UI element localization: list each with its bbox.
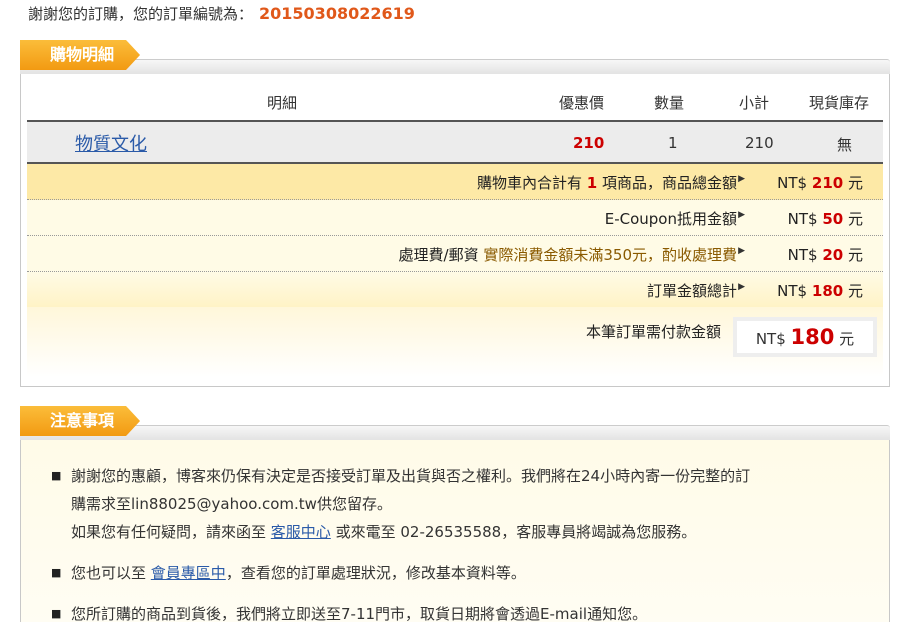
triangle-right-icon: ▶	[738, 246, 745, 256]
order-confirmation-line: 謝謝您的訂購，您的訂單編號為： 20150308022619	[28, 3, 415, 24]
section-header-details: 購物明細	[20, 40, 890, 76]
table-header: 明細 優惠價 數量 小計 現貨庫存	[27, 76, 883, 122]
total-amount: NT$ 180 元	[777, 282, 863, 300]
notes-list: ■ 謝謝您的惠顧，博客來仍保有決定是否接受訂單及出貨與否之權利。我們將在24小時…	[51, 462, 851, 641]
triangle-right-icon: ▶	[738, 210, 745, 220]
square-bullet-icon: ■	[51, 607, 62, 620]
col-subtotal: 小計	[739, 94, 770, 112]
col-price: 優惠價	[559, 94, 605, 112]
list-item: ■ 謝謝您的惠顧，博客來仍保有決定是否接受訂單及出貨與否之權利。我們將在24小時…	[51, 462, 851, 546]
notes-panel: ■ 謝謝您的惠顧，博客來仍保有決定是否接受訂單及出貨與否之權利。我們將在24小時…	[20, 440, 890, 623]
total-label: 訂單金額總計	[646, 282, 737, 300]
square-bullet-icon: ■	[51, 566, 62, 579]
customer-service-link[interactable]: 客服中心	[271, 523, 331, 541]
product-price: 210	[573, 134, 605, 152]
product-subtotal: 210	[745, 134, 774, 152]
coupon-label: E-Coupon抵用金額	[604, 210, 737, 228]
payment-due-amount: NT$ 180 元	[733, 317, 877, 357]
summary-row-total: 訂單金額總計 ▶ NT$ 180 元	[27, 272, 883, 308]
coupon-amount: NT$ 50 元	[787, 210, 863, 228]
section-title-notes: 注意事項	[20, 406, 140, 436]
summary-row-fee: 處理費/郵資 實際消費金額未滿350元，酌收處理費 ▶ NT$ 20 元	[27, 236, 883, 272]
payment-due-label: 本筆訂單需付款金額	[585, 323, 721, 341]
list-item: ■ 您也可以至 會員專區中，查看您的訂單處理狀況，修改基本資料等。	[51, 559, 851, 587]
triangle-right-icon: ▶	[738, 174, 745, 184]
fee-amount: NT$ 20 元	[787, 246, 863, 264]
cart-summary-label: 購物車內合計有 1 項商品，商品總金額	[476, 174, 737, 192]
thanks-text: 謝謝您的訂購，您的訂單編號為：	[28, 5, 254, 23]
fee-note: 實際消費金額未滿350元，酌收處理費	[483, 246, 737, 264]
order-number: 20150308022619	[259, 4, 415, 23]
cart-count: 1	[586, 174, 598, 192]
summary-row-cart: 購物車內合計有 1 項商品，商品總金額 ▶ NT$ 210 元	[27, 164, 883, 200]
summary-row-coupon: E-Coupon抵用金額 ▶ NT$ 50 元	[27, 200, 883, 236]
product-qty: 1	[668, 134, 678, 152]
section-title-details: 購物明細	[20, 40, 140, 70]
col-detail: 明細	[267, 94, 298, 112]
square-bullet-icon: ■	[51, 469, 62, 482]
col-qty: 數量	[654, 94, 685, 112]
list-item: ■ 您所訂購的商品到貨後，我們將立即送至7-11門市，取貨日期將會透過E-mai…	[51, 600, 851, 628]
details-panel: 明細 優惠價 數量 小計 現貨庫存 物質文化 210 1 210 無 購物車內合…	[20, 74, 890, 387]
triangle-right-icon: ▶	[738, 282, 745, 292]
member-area-link[interactable]: 會員專區中	[151, 564, 226, 582]
product-link[interactable]: 物質文化	[75, 130, 147, 156]
col-stock: 現貨庫存	[809, 94, 870, 112]
fee-label: 處理費/郵資 實際消費金額未滿350元，酌收處理費	[398, 246, 737, 264]
cart-amount: NT$ 210 元	[777, 174, 863, 192]
payment-due-row: 本筆訂單需付款金額 NT$ 180 元	[27, 307, 883, 377]
product-stock: 無	[837, 136, 853, 154]
table-row: 物質文化 210 1 210 無	[27, 122, 883, 164]
section-header-notes: 注意事項	[20, 406, 890, 442]
